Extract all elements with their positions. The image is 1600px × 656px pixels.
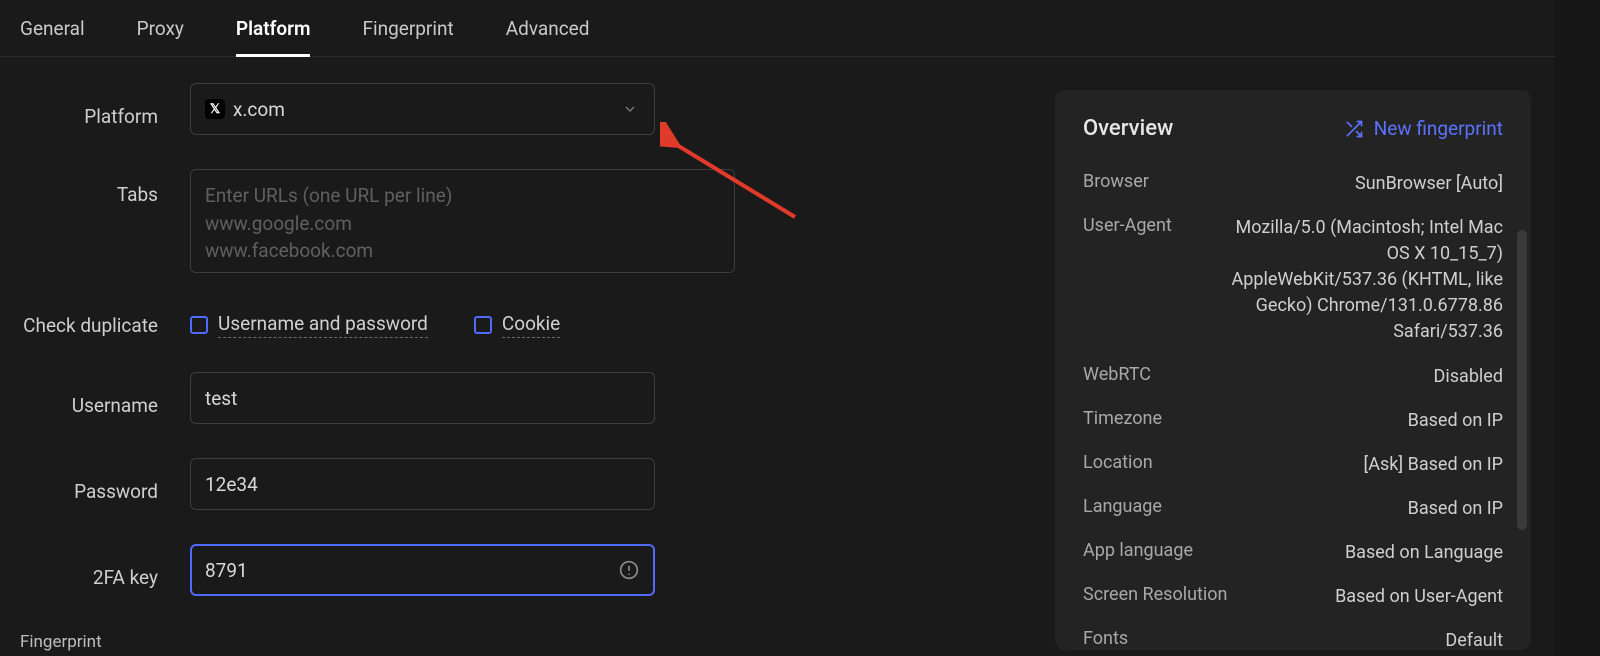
new-fingerprint-button[interactable]: New fingerprint: [1344, 117, 1503, 140]
overview-value: Based on Language: [1345, 540, 1503, 566]
overview-row-useragent: User-Agent Mozilla/5.0 (Macintosh; Intel…: [1083, 215, 1503, 345]
overview-value: Disabled: [1434, 364, 1503, 390]
footer-hint: Fingerprint: [20, 632, 102, 652]
label-tabs: Tabs: [20, 169, 190, 206]
scrollbar-thumb[interactable]: [1517, 230, 1527, 530]
username-input[interactable]: [190, 372, 655, 424]
overview-key: Screen Resolution: [1083, 584, 1228, 605]
warning-icon: [619, 560, 639, 580]
overview-key: Timezone: [1083, 408, 1162, 429]
overview-header: Overview New fingerprint: [1083, 116, 1503, 141]
row-tabs: Tabs: [20, 169, 1040, 278]
tab-proxy[interactable]: Proxy: [137, 0, 184, 57]
new-fingerprint-label: New fingerprint: [1374, 117, 1503, 140]
overview-key: Language: [1083, 496, 1162, 517]
overview-row-applang: App language Based on Language: [1083, 540, 1503, 566]
x-logo-icon: 𝕏: [205, 99, 225, 119]
overview-key: WebRTC: [1083, 364, 1151, 385]
overview-key: User-Agent: [1083, 215, 1172, 236]
overview-value: Based on User-Agent: [1335, 584, 1503, 610]
overview-row-timezone: Timezone Based on IP: [1083, 408, 1503, 434]
overview-key: Browser: [1083, 171, 1149, 192]
checkbox-box-icon: [474, 316, 492, 334]
row-2fa: 2FA key: [20, 544, 1040, 596]
twofa-input[interactable]: [190, 544, 655, 596]
checkbox-cookie[interactable]: Cookie: [474, 312, 560, 338]
password-input[interactable]: [190, 458, 655, 510]
chevron-down-icon: [622, 101, 638, 117]
tabs-textarea[interactable]: [190, 169, 735, 273]
row-check-duplicate: Check duplicate Username and password Co…: [20, 312, 1040, 338]
overview-key: Location: [1083, 452, 1153, 473]
overview-row-browser: Browser SunBrowser [Auto]: [1083, 171, 1503, 197]
row-username: Username: [20, 372, 1040, 424]
checkbox-username-password[interactable]: Username and password: [190, 312, 428, 338]
platform-select-value: x.com: [233, 98, 285, 121]
tab-platform[interactable]: Platform: [236, 0, 311, 57]
overview-value: [Ask] Based on IP: [1363, 452, 1503, 478]
tabbar: General Proxy Platform Fingerprint Advan…: [0, 0, 1555, 57]
overview-value: Based on IP: [1408, 496, 1503, 522]
shuffle-icon: [1344, 119, 1364, 139]
tab-fingerprint[interactable]: Fingerprint: [362, 0, 453, 57]
checkbox-label-cookie: Cookie: [502, 312, 560, 338]
overview-key: App language: [1083, 540, 1193, 561]
overview-value: Default: [1445, 628, 1503, 654]
overview-value: SunBrowser [Auto]: [1355, 171, 1503, 197]
tab-advanced[interactable]: Advanced: [506, 0, 590, 57]
label-platform: Platform: [20, 91, 190, 128]
tab-general[interactable]: General: [20, 0, 85, 57]
overview-row-webrtc: WebRTC Disabled: [1083, 364, 1503, 390]
label-check-duplicate: Check duplicate: [20, 314, 190, 337]
overview-row-screenres: Screen Resolution Based on User-Agent: [1083, 584, 1503, 610]
overview-row-language: Language Based on IP: [1083, 496, 1503, 522]
overview-row-location: Location [Ask] Based on IP: [1083, 452, 1503, 478]
platform-select[interactable]: 𝕏 x.com: [190, 83, 655, 135]
form-column: Platform 𝕏 x.com Tabs: [20, 83, 1040, 614]
overview-row-fonts: Fonts Default: [1083, 628, 1503, 654]
overview-value: Mozilla/5.0 (Macintosh; Intel Mac OS X 1…: [1223, 215, 1503, 345]
checkbox-label-userpass: Username and password: [218, 312, 428, 338]
overview-value: Based on IP: [1408, 408, 1503, 434]
label-password: Password: [20, 466, 190, 503]
app-root: General Proxy Platform Fingerprint Advan…: [0, 0, 1555, 656]
row-platform: Platform 𝕏 x.com: [20, 83, 1040, 135]
row-password: Password: [20, 458, 1040, 510]
label-username: Username: [20, 380, 190, 417]
overview-scrollbar[interactable]: [1517, 230, 1527, 630]
checkbox-box-icon: [190, 316, 208, 334]
label-2fa: 2FA key: [20, 552, 190, 589]
overview-panel: Overview New fingerprint Browser SunBrow…: [1055, 90, 1531, 650]
overview-title: Overview: [1083, 116, 1173, 141]
overview-key: Fonts: [1083, 628, 1128, 649]
